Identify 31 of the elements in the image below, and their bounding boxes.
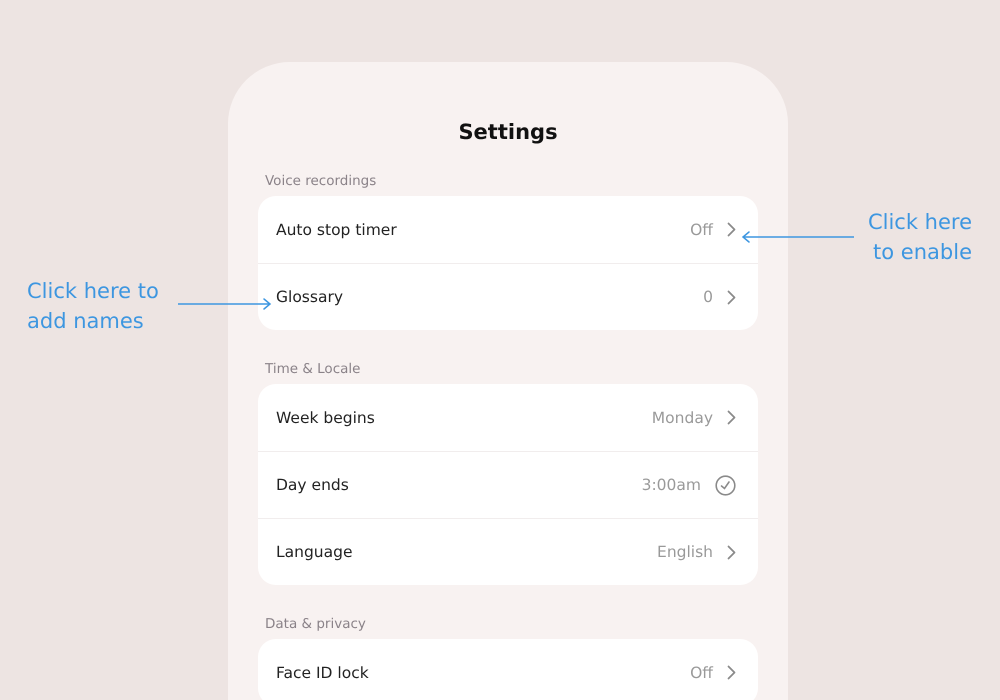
- callout-text: Click here to enable: [866, 209, 972, 266]
- chevron-icon: [727, 290, 736, 304]
- arrow-icon: [178, 298, 272, 310]
- screen-title: Settings: [457, 119, 559, 146]
- row-label: Glossary: [276, 288, 344, 306]
- row-value: 0: [703, 288, 713, 306]
- callout-text: Click here to add names: [27, 278, 159, 335]
- section-label: Data & privacy: [265, 615, 367, 633]
- row-label: Day ends: [276, 476, 350, 494]
- arrow-icon: [741, 231, 854, 243]
- row-value: 3:00am: [642, 476, 701, 494]
- settings-row[interactable]: Glossary 0: [258, 263, 758, 330]
- row-label: Face ID lock: [276, 664, 370, 682]
- row-value: Monday: [652, 408, 713, 426]
- row-value: Off: [690, 664, 713, 682]
- chevron-icon: [727, 544, 736, 560]
- settings-row[interactable]: Language English: [258, 518, 758, 585]
- settings-row[interactable]: Week begins Monday: [258, 384, 758, 451]
- row-label: Week begins: [276, 408, 376, 426]
- chevron-icon: [727, 665, 736, 680]
- row-label: Language: [276, 543, 354, 561]
- section-label: Voice recordings: [265, 172, 378, 190]
- chevron-icon: [727, 410, 736, 425]
- chevron-icon: [727, 222, 736, 237]
- settings-row[interactable]: Auto stop timer Off: [258, 196, 758, 263]
- row-label: Auto stop timer: [276, 220, 398, 238]
- row-value: English: [657, 543, 713, 561]
- row-value: Off: [690, 220, 713, 238]
- settings-row[interactable]: Day ends 3:00am: [258, 451, 758, 518]
- section-label: Time & Locale: [265, 360, 362, 378]
- settings-row[interactable]: Face ID lock Off: [258, 639, 758, 700]
